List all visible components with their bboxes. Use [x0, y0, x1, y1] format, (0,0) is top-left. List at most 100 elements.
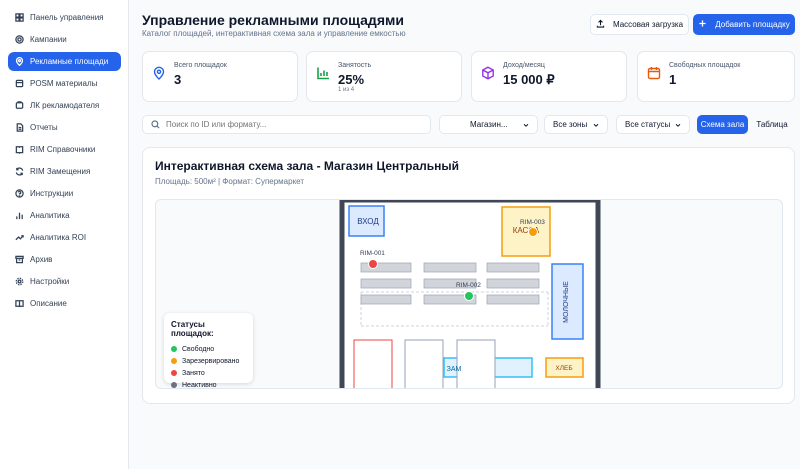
shelves	[360, 262, 540, 305]
page-subtitle: Каталог площадей, интерактивная схема за…	[142, 29, 406, 38]
sidebar-item-label: Кампании	[30, 35, 67, 44]
bread-label: ХЛЕБ	[555, 365, 572, 372]
shelf-unit	[486, 262, 540, 273]
fridge-unit	[404, 339, 444, 388]
sidebar-item-label: Описание	[30, 299, 67, 308]
sidebar-item-analytics[interactable]: Аналитика	[8, 206, 121, 225]
shelf-unit	[486, 294, 540, 305]
sidebar-item-archive[interactable]: Архив	[8, 250, 121, 269]
chart-bar-icon	[317, 67, 329, 80]
sidebar-item-label: Аналитика ROI	[30, 233, 87, 242]
spot-marker-free[interactable]	[464, 291, 474, 301]
stat-sub: 1 из 4	[338, 87, 355, 93]
stat-card-free: Свободных площадок 1	[637, 51, 795, 102]
sidebar-item-analytics-roi[interactable]: Аналитика ROI	[8, 228, 121, 247]
entrance-label: ВХОД	[357, 217, 379, 226]
sidebar-item-instructions[interactable]: Инструкции	[8, 184, 121, 203]
dairy-label: МОЛОЧНЫЕ	[563, 281, 570, 323]
legend-item: Свободно	[171, 343, 246, 355]
sidebar-item-label: Настройки	[30, 277, 70, 286]
zone-select-value: Все зоны	[553, 120, 588, 129]
store-select[interactable]: Магазин...	[439, 115, 538, 134]
spot-marker-occupied[interactable]	[368, 259, 378, 269]
sidebar-item-label: Рекламные площади	[30, 57, 109, 66]
user-icon	[14, 101, 24, 111]
sidebar-item-label: POSM материалы	[30, 79, 98, 88]
legend-item: Зарезервировано	[171, 355, 246, 367]
legend-item: Неактивно	[171, 379, 246, 389]
stat-label: Всего площадок	[174, 62, 227, 69]
stat-value: 1	[669, 72, 677, 87]
bulk-upload-label: Массовая загрузка	[612, 20, 684, 29]
frozen-label: ЗАМ	[447, 366, 462, 373]
calendar-icon	[647, 67, 661, 80]
main-content: Управление рекламными площадями Каталог …	[129, 0, 800, 469]
sidebar-item-posm[interactable]: POSM материалы	[8, 74, 121, 93]
book-open-icon	[14, 299, 24, 309]
add-space-button[interactable]: Добавить площадку	[693, 14, 795, 35]
status-dot	[171, 358, 177, 364]
spot-label: RIM-002	[456, 282, 481, 289]
sidebar-item-advertiser[interactable]: ЛК рекламодателя	[8, 96, 121, 115]
chevron-down-icon	[593, 123, 599, 127]
archive-icon	[14, 255, 24, 265]
view-table-button[interactable]: Таблица	[753, 115, 791, 134]
search-icon	[151, 120, 160, 129]
sidebar-item-reports[interactable]: Отчеты	[8, 118, 121, 137]
stat-card-total: Всего площадок 3	[142, 51, 298, 102]
sidebar-item-rim-replacements[interactable]: RIM Замещения	[8, 162, 121, 181]
status-legend: Статусы площадок: Свободно Зарезервирова…	[164, 313, 253, 388]
zone-select[interactable]: Все зоны	[544, 115, 608, 134]
sidebar-item-description[interactable]: Описание	[8, 294, 121, 313]
status-dot	[171, 382, 177, 388]
shelf-unit	[423, 262, 477, 273]
status-dot	[171, 346, 177, 352]
status-dot	[171, 370, 177, 376]
refresh-icon	[14, 167, 24, 177]
sidebar-item-label: RIM Замещения	[30, 167, 91, 176]
sidebar-item-label: RIM Справочники	[30, 145, 96, 154]
view-schema-button[interactable]: Схема зала	[697, 115, 748, 134]
stat-label: Занятость	[338, 62, 372, 69]
sidebar-item-label: Аналитика	[30, 211, 70, 220]
search-box[interactable]	[142, 115, 431, 134]
floor-plan-subtitle: Площадь: 500м² | Формат: Супермаркет	[155, 177, 305, 186]
gear-icon	[14, 277, 24, 287]
home-icon	[14, 13, 24, 23]
sidebar-item-rim-directories[interactable]: RIM Справочники	[8, 140, 121, 159]
target-icon	[14, 35, 24, 45]
stat-value: 15 000 ₽	[503, 72, 555, 87]
legend-title: Статусы площадок:	[171, 320, 214, 338]
chevron-down-icon	[675, 123, 681, 127]
map-pin-icon	[14, 57, 24, 67]
chart-bar-icon	[14, 211, 24, 221]
spot-marker-reserved[interactable]	[528, 227, 538, 237]
legend-label: Неактивно	[182, 381, 217, 389]
book-icon	[14, 145, 24, 155]
upload-icon	[596, 19, 605, 30]
package-icon	[14, 79, 24, 89]
shelf-unit	[360, 278, 412, 289]
stat-card-revenue: Доход/месяц 15 000 ₽	[471, 51, 627, 102]
stat-label: Свободных площадок	[669, 62, 741, 69]
status-select[interactable]: Все статусы	[616, 115, 690, 134]
floor-plan-title: Интерактивная схема зала - Магазин Центр…	[155, 159, 460, 173]
search-input[interactable]	[166, 120, 416, 129]
sidebar-item-ad-spaces[interactable]: Рекламные площади	[8, 52, 121, 71]
legend-label: Свободно	[182, 345, 215, 353]
sidebar-item-settings[interactable]: Настройки	[8, 272, 121, 291]
sidebar: Панель управления Кампании Рекламные пло…	[0, 0, 129, 469]
chevron-down-icon	[523, 123, 529, 127]
status-select-value: Все статусы	[625, 120, 671, 129]
help-icon	[14, 189, 24, 199]
legend-label: Зарезервировано	[182, 357, 240, 365]
map-pin-icon	[153, 66, 165, 80]
stat-value: 3	[174, 72, 182, 87]
sidebar-item-label: Отчеты	[30, 123, 58, 132]
sidebar-item-dashboard[interactable]: Панель управления	[8, 8, 121, 27]
bulk-upload-button[interactable]: Массовая загрузка	[590, 14, 689, 35]
fridge-unit	[353, 339, 393, 388]
stat-label: Доход/месяц	[503, 62, 545, 69]
legend-item: Занято	[171, 367, 246, 379]
sidebar-item-campaigns[interactable]: Кампании	[8, 30, 121, 49]
